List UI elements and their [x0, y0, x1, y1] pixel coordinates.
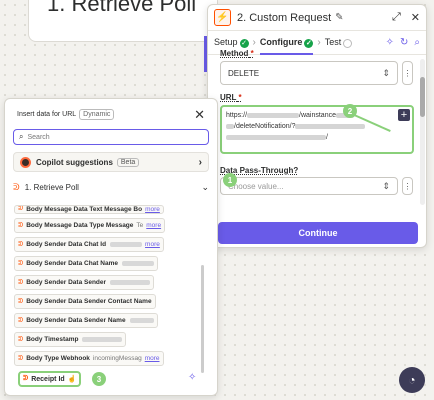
- chevron-right-icon: ›: [317, 37, 321, 48]
- editor-title: 2. Custom Request: [237, 11, 332, 24]
- step-group-retrieve-poll[interactable]: ᕲ 1. Retrieve Poll ⌄: [13, 180, 209, 194]
- canvas-step-card[interactable]: 1. Retrieve Poll: [28, 0, 218, 42]
- tab-test[interactable]: Test: [325, 37, 353, 48]
- cursor-icon: ☝: [67, 376, 77, 383]
- list-item[interactable]: ᕲ Body Message Data Text Message Bo more: [14, 205, 164, 214]
- check-icon: ✓: [239, 38, 249, 48]
- insert-data-header: Insert data for URL Dynamic ✕: [17, 106, 205, 122]
- list-item[interactable]: ᕲ Body Sender Data Sender Contact Name: [14, 294, 156, 309]
- insert-data-plus-icon[interactable]: +: [398, 109, 410, 121]
- tab-setup[interactable]: Setup ✓: [214, 37, 249, 48]
- chevron-right-icon: ›: [252, 37, 256, 48]
- list-item[interactable]: ᕲ Body Sender Data Sender: [14, 275, 155, 290]
- sparkle-icon[interactable]: ✧: [386, 37, 394, 48]
- panel-scrollbar[interactable]: [201, 265, 204, 373]
- chevron-down-icon: ⌄: [201, 181, 209, 192]
- receipt-id-item[interactable]: ᕲ Receipt Id ☝: [18, 371, 82, 387]
- pending-circle-icon: [343, 38, 353, 48]
- dynamic-chip: Dynamic: [79, 108, 115, 120]
- tab-configure[interactable]: Configure ✓: [259, 37, 314, 55]
- method-options-button[interactable]: ⋮: [402, 61, 413, 85]
- updown-icon: ⇕: [382, 180, 390, 191]
- method-label: Method *: [220, 49, 254, 58]
- search-input[interactable]: ⌕ Search: [13, 129, 209, 145]
- chevron-right-icon: ›: [198, 156, 202, 168]
- copilot-icon: [20, 156, 31, 168]
- passthrough-select[interactable]: Choose value... ⇕: [220, 177, 398, 195]
- list-item[interactable]: ᕲ Body Type Webhook incomingMessag more: [14, 351, 164, 366]
- list-item[interactable]: ᕲ Body Message Data Type Message Te more: [14, 218, 166, 233]
- data-item-list: ᕲ Body Message Data Text Message Bo more ᕲ…: [14, 205, 200, 370]
- annotation-badge-2: 2: [343, 104, 357, 118]
- webhook-app-icon: ᕲ: [23, 375, 29, 382]
- method-select[interactable]: DELETE ⇕: [220, 61, 398, 85]
- help-chat-button[interactable]: ◔: [399, 367, 425, 393]
- check-icon: ✓: [304, 38, 314, 48]
- updown-icon: ⇕: [382, 67, 390, 78]
- annotation-badge-3: 3: [92, 372, 106, 386]
- close-icon[interactable]: ✕: [194, 108, 205, 121]
- webhook-app-icon: ⚡: [214, 9, 231, 26]
- list-item[interactable]: ᕲ Body Sender Data Chat Id more: [14, 237, 164, 252]
- search-icon[interactable]: ⌕: [414, 37, 420, 48]
- continue-button[interactable]: Continue: [218, 222, 418, 244]
- step-editor-panel: ⚡ 2. Custom Request ✎ ⤢ ✕ Setup ✓ › Confi…: [207, 4, 427, 248]
- webhook-app-icon: ᕲ: [13, 181, 20, 192]
- chat-icon: ◔: [408, 373, 416, 387]
- url-label: URL *: [220, 93, 242, 102]
- expand-icon[interactable]: ⤢: [392, 11, 401, 24]
- copilot-suggestions-row[interactable]: Copilot suggestions Beta ›: [13, 152, 209, 172]
- refresh-icon[interactable]: ↻: [400, 37, 408, 48]
- canvas-step-title: 1. Retrieve Poll: [47, 0, 197, 16]
- pencil-icon[interactable]: ✎: [335, 12, 343, 23]
- list-item[interactable]: ᕲ Body Sender Data Sender Name: [14, 313, 158, 328]
- sparkle-icon[interactable]: ✧: [188, 372, 196, 383]
- beta-chip: Beta: [116, 157, 140, 167]
- list-item[interactable]: ᕲ Body Sender Data Chat Name: [14, 256, 158, 271]
- annotation-badge-1: 1: [223, 173, 237, 187]
- editor-header: ⚡ 2. Custom Request ✎ ⤢ ✕: [208, 5, 426, 31]
- search-icon: ⌕: [19, 132, 24, 141]
- list-item[interactable]: ᕲ Body Timestamp: [14, 332, 127, 347]
- close-icon[interactable]: ✕: [411, 11, 420, 24]
- passthrough-options-button[interactable]: ⋮: [402, 177, 413, 195]
- editor-scrollbar[interactable]: [420, 59, 425, 205]
